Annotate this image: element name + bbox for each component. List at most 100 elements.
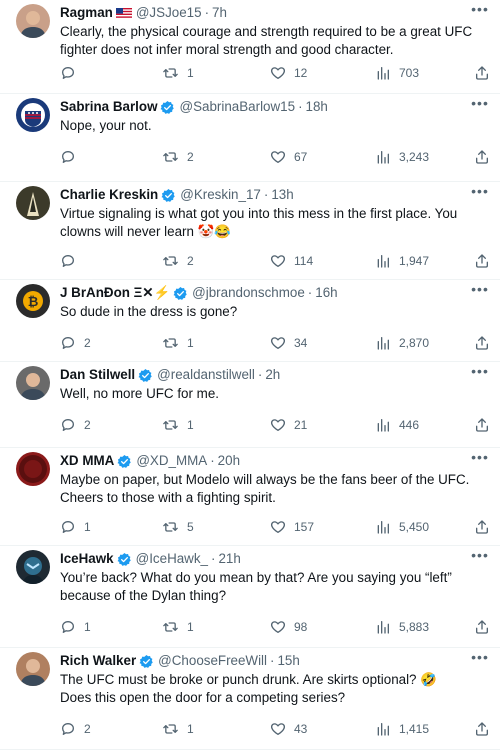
display-name[interactable]: Charlie Kreskin — [60, 186, 158, 204]
share-button[interactable] — [474, 518, 490, 536]
views-button[interactable]: 703 — [375, 64, 419, 82]
reply-button[interactable]: 1 — [60, 618, 91, 636]
display-name[interactable]: Ragman — [60, 4, 113, 22]
tweet[interactable]: Rich Walker @ChooseFreeWill · 15h ••• Th… — [0, 648, 500, 750]
views-button[interactable]: 3,243 — [375, 148, 429, 166]
reply-button[interactable]: 2 — [60, 334, 91, 352]
retweet-count: 5 — [187, 520, 194, 534]
share-button[interactable] — [474, 252, 490, 270]
handle[interactable]: @Kreskin_17 — [180, 186, 261, 204]
tweet[interactable]: Ragman @JSJoe15 · 7h ••• Clearly, the ph… — [0, 0, 500, 94]
more-options-icon[interactable]: ••• — [470, 364, 490, 382]
avatar[interactable] — [16, 550, 50, 584]
tweet[interactable]: ₿ J BrAnĐon Ξ✕⚡ @jbrandonschmoe · 16h ••… — [0, 280, 500, 362]
reply-icon — [60, 721, 76, 737]
like-button[interactable]: 43 — [270, 720, 307, 738]
like-button[interactable]: 67 — [270, 148, 307, 166]
views-button[interactable]: 2,870 — [375, 334, 429, 352]
timestamp[interactable]: 20h — [218, 452, 240, 470]
tweet[interactable]: IceHawk @IceHawk_ · 21h ••• You’re back?… — [0, 546, 500, 648]
tweet[interactable]: Charlie Kreskin @Kreskin_17 · 13h ••• Vi… — [0, 182, 500, 280]
share-button[interactable] — [474, 148, 490, 166]
views-button[interactable]: 446 — [375, 416, 419, 434]
like-button[interactable]: 157 — [270, 518, 314, 536]
reply-icon — [60, 65, 76, 81]
display-name[interactable]: J BrAnĐon Ξ✕⚡ — [60, 284, 170, 302]
handle[interactable]: @ChooseFreeWill — [158, 652, 267, 670]
display-name[interactable]: Dan Stilwell — [60, 366, 135, 384]
more-options-icon[interactable]: ••• — [470, 450, 490, 468]
avatar[interactable]: ₿ — [16, 284, 50, 318]
share-button[interactable] — [474, 334, 490, 352]
reply-button[interactable]: 1 — [60, 518, 91, 536]
tweet[interactable]: Sabrina Barlow @SabrinaBarlow15 · 18h ••… — [0, 94, 500, 182]
more-options-icon[interactable]: ••• — [470, 650, 490, 668]
retweet-button[interactable]: 2 — [162, 252, 194, 270]
like-button[interactable]: 34 — [270, 334, 307, 352]
avatar[interactable] — [16, 4, 50, 38]
retweet-count: 1 — [187, 66, 194, 80]
like-button[interactable]: 21 — [270, 416, 307, 434]
timestamp[interactable]: 18h — [306, 98, 328, 116]
retweet-button[interactable]: 2 — [162, 148, 194, 166]
retweet-button[interactable]: 1 — [162, 618, 194, 636]
avatar[interactable] — [16, 186, 50, 220]
retweet-icon — [162, 335, 179, 351]
tweet[interactable]: XD MMA @XD_MMA · 20h ••• Maybe on paper,… — [0, 448, 500, 546]
reply-button[interactable] — [60, 252, 84, 270]
like-button[interactable]: 114 — [270, 252, 313, 270]
handle[interactable]: @IceHawk_ — [136, 550, 208, 568]
reply-button[interactable]: 2 — [60, 416, 91, 434]
timestamp[interactable]: 15h — [277, 652, 299, 670]
avatar[interactable] — [16, 366, 50, 400]
handle[interactable]: @XD_MMA — [136, 452, 207, 470]
share-button[interactable] — [474, 416, 490, 434]
more-options-icon[interactable]: ••• — [470, 282, 490, 300]
retweet-button[interactable]: 5 — [162, 518, 194, 536]
display-name[interactable]: XD MMA — [60, 452, 114, 470]
reply-button[interactable] — [60, 148, 84, 166]
timestamp[interactable]: 7h — [212, 4, 227, 22]
reply-button[interactable]: 2 — [60, 720, 91, 738]
avatar[interactable] — [16, 98, 50, 132]
share-button[interactable] — [474, 618, 490, 636]
heart-icon — [270, 619, 286, 635]
retweet-button[interactable]: 1 — [162, 720, 194, 738]
more-options-icon[interactable]: ••• — [470, 96, 490, 114]
like-button[interactable]: 98 — [270, 618, 307, 636]
reply-count: 2 — [84, 418, 91, 432]
share-button[interactable] — [474, 64, 490, 82]
views-button[interactable]: 5,883 — [375, 618, 429, 636]
more-options-icon[interactable]: ••• — [470, 548, 490, 566]
views-icon — [375, 619, 391, 635]
retweet-button[interactable]: 1 — [162, 416, 194, 434]
tweet-header: Charlie Kreskin @Kreskin_17 · 13h — [60, 186, 470, 204]
heart-icon — [270, 519, 286, 535]
timestamp[interactable]: 16h — [315, 284, 337, 302]
handle[interactable]: @realdanstilwell — [157, 366, 255, 384]
display-name[interactable]: Sabrina Barlow — [60, 98, 157, 116]
retweet-button[interactable]: 1 — [162, 334, 194, 352]
more-options-icon[interactable]: ••• — [470, 184, 490, 202]
retweet-button[interactable]: 1 — [162, 64, 194, 82]
avatar[interactable] — [16, 452, 50, 486]
heart-icon — [270, 149, 286, 165]
handle[interactable]: @JSJoe15 — [136, 4, 202, 22]
handle[interactable]: @SabrinaBarlow15 — [179, 98, 295, 116]
more-options-icon[interactable]: ••• — [470, 2, 490, 20]
view-count: 1,947 — [399, 254, 430, 268]
handle[interactable]: @jbrandonschmoe — [192, 284, 305, 302]
tweet[interactable]: Dan Stilwell @realdanstilwell · 2h ••• W… — [0, 362, 500, 448]
display-name[interactable]: Rich Walker — [60, 652, 136, 670]
views-button[interactable]: 1,415 — [375, 720, 429, 738]
timestamp[interactable]: 13h — [271, 186, 293, 204]
like-button[interactable]: 12 — [270, 64, 307, 82]
reply-button[interactable] — [60, 64, 84, 82]
views-button[interactable]: 1,947 — [375, 252, 429, 270]
timestamp[interactable]: 21h — [218, 550, 240, 568]
share-button[interactable] — [474, 720, 490, 738]
timestamp[interactable]: 2h — [265, 366, 280, 384]
avatar[interactable] — [16, 652, 50, 686]
views-button[interactable]: 5,450 — [375, 518, 429, 536]
display-name[interactable]: IceHawk — [60, 550, 114, 568]
